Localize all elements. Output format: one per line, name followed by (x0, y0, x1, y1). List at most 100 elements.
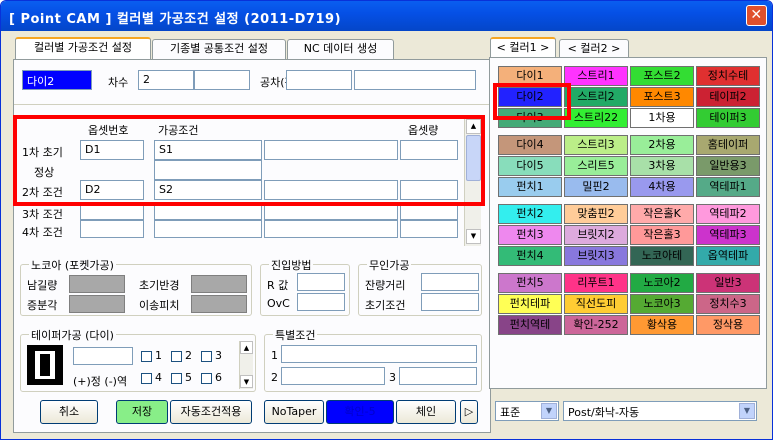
color-swatch-button[interactable]: 2차용 (630, 135, 694, 155)
tab-color2[interactable]: < 컬러2 > (559, 39, 629, 59)
color-swatch-button[interactable]: 리푸트1 (564, 273, 628, 293)
taper-checkbox[interactable] (201, 351, 212, 362)
approach-input[interactable] (297, 293, 345, 311)
color-swatch-button[interactable]: 펀치1 (498, 177, 562, 197)
color-swatch-button[interactable]: 정치수3 (696, 294, 760, 314)
color-swatch-button[interactable]: 역테파1 (696, 177, 760, 197)
offset-amount-input[interactable] (400, 180, 458, 200)
color-swatch-button[interactable]: 브릿지3 (564, 246, 628, 266)
color-swatch-button[interactable]: 3차용 (630, 156, 694, 176)
offset-input[interactable] (80, 220, 144, 238)
offset-input[interactable]: D2 (80, 180, 144, 200)
taper-checkbox[interactable] (171, 373, 182, 384)
scroll-up-icon[interactable]: ▲ (466, 119, 481, 134)
color-swatch-button[interactable]: 다이5 (498, 156, 562, 176)
offset-input[interactable]: D1 (80, 140, 144, 160)
color-swatch-button[interactable]: 스리트5 (564, 156, 628, 176)
nocore-field[interactable] (69, 295, 125, 313)
nocore-field[interactable] (191, 275, 247, 293)
color-swatch-button[interactable]: 펀치역테 (498, 315, 562, 335)
color-swatch-button[interactable]: 테이퍼2 (696, 87, 760, 107)
condition-input[interactable]: S1 (154, 140, 262, 160)
chevron-down-icon[interactable]: ▼ (739, 403, 755, 419)
order-extra-input[interactable] (194, 70, 250, 90)
cancel-button[interactable]: 취소 (40, 400, 98, 424)
color-swatch-button[interactable]: 맞춤핀2 (564, 204, 628, 224)
post-select[interactable]: Post/화낙-자동 ▼ (563, 401, 757, 421)
color-swatch-button[interactable]: 다이4 (498, 135, 562, 155)
color-swatch-button[interactable]: 정치수테 (696, 66, 760, 86)
condition-extra-input[interactable] (264, 220, 398, 238)
tab-color1[interactable]: < 컬러1 > (490, 37, 556, 59)
unmachined-input[interactable] (421, 293, 479, 311)
color-swatch-button[interactable]: 노코아2 (630, 273, 694, 293)
taper-checkbox[interactable] (171, 351, 182, 362)
offset-input[interactable] (80, 202, 144, 220)
offset-amount-input[interactable] (400, 202, 458, 220)
color-swatch-button[interactable]: 1차용 (630, 108, 694, 128)
taper-checkbox[interactable] (141, 373, 152, 384)
offset-amount-input[interactable] (400, 140, 458, 160)
color-swatch-button[interactable]: 노코아테 (630, 246, 694, 266)
color-swatch-button[interactable]: 스트리1 (564, 66, 628, 86)
confirm-button[interactable]: 확인-5 (326, 400, 394, 424)
color-swatch-button[interactable]: 테이퍼3 (696, 108, 760, 128)
auto-apply-button[interactable]: 자동조건적용 (170, 400, 252, 424)
condition-input[interactable] (154, 202, 262, 220)
color-swatch-button[interactable]: 다이2 (498, 87, 562, 107)
condition-input[interactable] (154, 220, 262, 238)
color-swatch-button[interactable]: 펀치3 (498, 225, 562, 245)
color-swatch-button[interactable]: 역테파2 (696, 204, 760, 224)
color-swatch-button[interactable]: 직선도피 (564, 294, 628, 314)
standard-select[interactable]: 표준 ▼ (495, 401, 559, 421)
color-swatch-button[interactable]: 4차용 (630, 177, 694, 197)
color-swatch-button[interactable]: 홈테이퍼 (696, 135, 760, 155)
nocore-field[interactable] (69, 275, 125, 293)
scroll-up-icon[interactable]: ▲ (240, 341, 253, 354)
color-swatch-button[interactable]: 스트리3 (564, 135, 628, 155)
scroll-down-icon[interactable]: ▼ (240, 375, 253, 388)
color-swatch-button[interactable]: 펀치5 (498, 273, 562, 293)
color-swatch-button[interactable]: 다이3 (498, 108, 562, 128)
tab-color-conditions[interactable]: 컬러별 가공조건 설정 (15, 37, 151, 59)
color-swatch-button[interactable]: 포스트3 (630, 87, 694, 107)
color-swatch-button[interactable]: 옵역테파 (696, 246, 760, 266)
color-swatch-button[interactable]: 확인-252 (564, 315, 628, 335)
arrow-button[interactable]: ▷ (460, 400, 478, 424)
condition-input[interactable]: S2 (154, 180, 262, 200)
table-scrollbar[interactable]: ▲ ▼ (464, 118, 481, 246)
tab-nc-data[interactable]: NC 데이터 생성 (287, 39, 394, 59)
tolerance-input[interactable] (286, 70, 352, 90)
tab-common-conditions[interactable]: 기종별 공통조건 설정 (152, 39, 286, 59)
taper-input[interactable] (73, 347, 133, 365)
color-swatch-button[interactable]: 펀치4 (498, 246, 562, 266)
condition-extra-input[interactable] (264, 140, 398, 160)
color-swatch-button[interactable]: 펀치테파 (498, 294, 562, 314)
color-swatch-button[interactable]: 브릿지2 (564, 225, 628, 245)
order-input[interactable]: 2 (138, 70, 194, 90)
special-input[interactable] (281, 367, 385, 385)
condition-extra-input[interactable] (264, 180, 398, 200)
color-swatch-button[interactable]: 일반3 (696, 273, 760, 293)
scroll-thumb[interactable] (466, 135, 481, 181)
special-input[interactable] (399, 367, 477, 385)
color-swatch-button[interactable]: 노코아3 (630, 294, 694, 314)
chevron-down-icon[interactable]: ▼ (541, 403, 557, 419)
taper-checkbox[interactable] (141, 351, 152, 362)
approach-input[interactable] (297, 273, 345, 291)
color-swatch-button[interactable]: 다이1 (498, 66, 562, 86)
color-swatch-button[interactable]: 작은홀3 (630, 225, 694, 245)
condition-extra-input[interactable] (264, 202, 398, 220)
offset-amount-input[interactable] (400, 220, 458, 238)
tolerance-extra-input[interactable] (354, 70, 476, 90)
notaper-button[interactable]: NoTaper (264, 400, 324, 424)
taper-checkbox[interactable] (201, 373, 212, 384)
color-swatch-button[interactable]: 역테파3 (696, 225, 760, 245)
taper-scrollbar[interactable]: ▲ ▼ (239, 341, 253, 389)
color-swatch-button[interactable]: 작은홀K (630, 204, 694, 224)
scroll-down-icon[interactable]: ▼ (466, 229, 481, 244)
color-swatch-button[interactable]: 포스트2 (630, 66, 694, 86)
color-field[interactable]: 다이2 (22, 70, 92, 90)
close-button[interactable]: ✕ (746, 5, 767, 26)
color-swatch-button[interactable]: 밀핀2 (564, 177, 628, 197)
